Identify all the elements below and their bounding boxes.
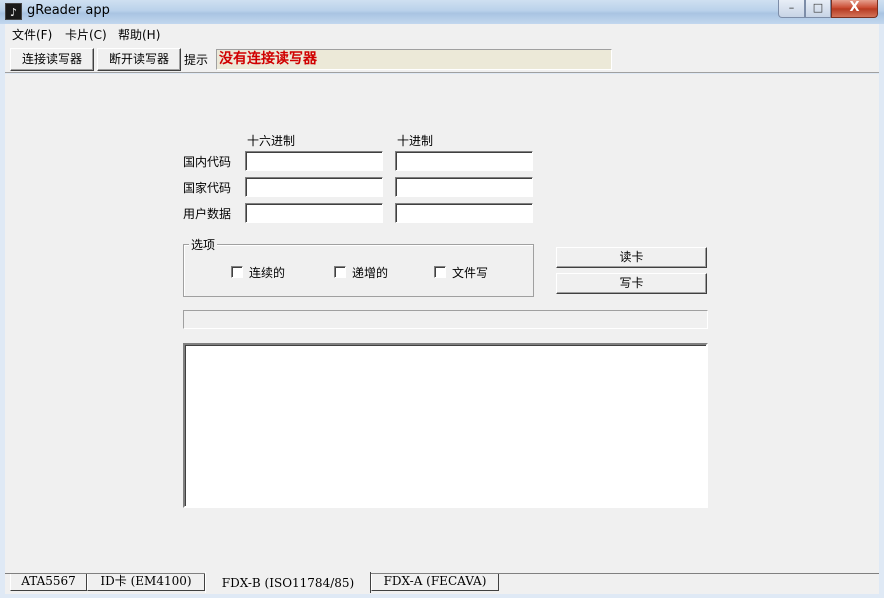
app-icon[interactable]: ♪ [5,3,22,20]
read-card-button[interactable]: 读卡 [556,247,707,268]
file-write-label[interactable]: 文件写 [452,264,488,281]
menu-file[interactable]: 文件(F) [12,26,52,43]
dec-column-header: 十进制 [397,134,434,148]
user-data-dec-input[interactable] [395,203,533,223]
country-code-hex-input[interactable] [245,177,383,197]
progress-bar [183,310,708,329]
menu-card[interactable]: 卡片(C) [65,26,107,43]
disconnect-reader-button[interactable]: 断开读写器 [97,48,181,71]
close-button[interactable]: X [831,0,878,18]
file-write-checkbox[interactable] [434,266,446,278]
connect-reader-button[interactable]: 连接读写器 [10,48,94,71]
continuous-label[interactable]: 连续的 [249,264,285,281]
write-card-button[interactable]: 写卡 [556,273,707,294]
user-data-label: 用户数据 [183,207,232,221]
tab-fdx-a[interactable]: FDX-A (FECAVA) [371,574,499,591]
maximize-button[interactable]: □ [805,0,831,18]
log-textarea[interactable] [183,343,708,508]
user-data-hex-input[interactable] [245,203,383,223]
window-title: gReader app [27,3,110,18]
hex-column-header: 十六进制 [247,134,296,148]
main-panel: 十六进制 十进制 国内代码 国家代码 用户数据 选项 连续的 递增的 文件写 读… [5,74,879,594]
continuous-checkbox[interactable] [231,266,243,278]
minimize-button[interactable]: – [778,0,805,18]
card-type-tabs: ATA5567 ID卡 (EM4100) FDX-B (ISO11784/85)… [5,572,879,594]
domestic-code-label: 国内代码 [183,155,232,169]
menu-bar: 文件(F) 卡片(C) 帮助(H) [5,24,879,44]
hint-status: 没有连接读写器 [216,49,612,70]
country-code-dec-input[interactable] [395,177,533,197]
domestic-code-dec-input[interactable] [395,151,533,171]
tab-ata5567[interactable]: ATA5567 [10,574,87,591]
toolbar: 连接读写器 断开读写器 提示 没有连接读写器 [5,44,879,73]
title-bar: ♪ gReader app – □ X [0,0,884,24]
incremental-checkbox[interactable] [334,266,346,278]
domestic-code-hex-input[interactable] [245,151,383,171]
hint-label: 提示 [184,53,209,67]
menu-help[interactable]: 帮助(H) [118,26,160,43]
country-code-label: 国家代码 [183,181,232,195]
incremental-label[interactable]: 递增的 [352,264,388,281]
options-group-title: 选项 [189,236,218,253]
tab-id-em4100[interactable]: ID卡 (EM4100) [87,574,205,591]
tab-fdx-b[interactable]: FDX-B (ISO11784/85) [205,572,371,593]
